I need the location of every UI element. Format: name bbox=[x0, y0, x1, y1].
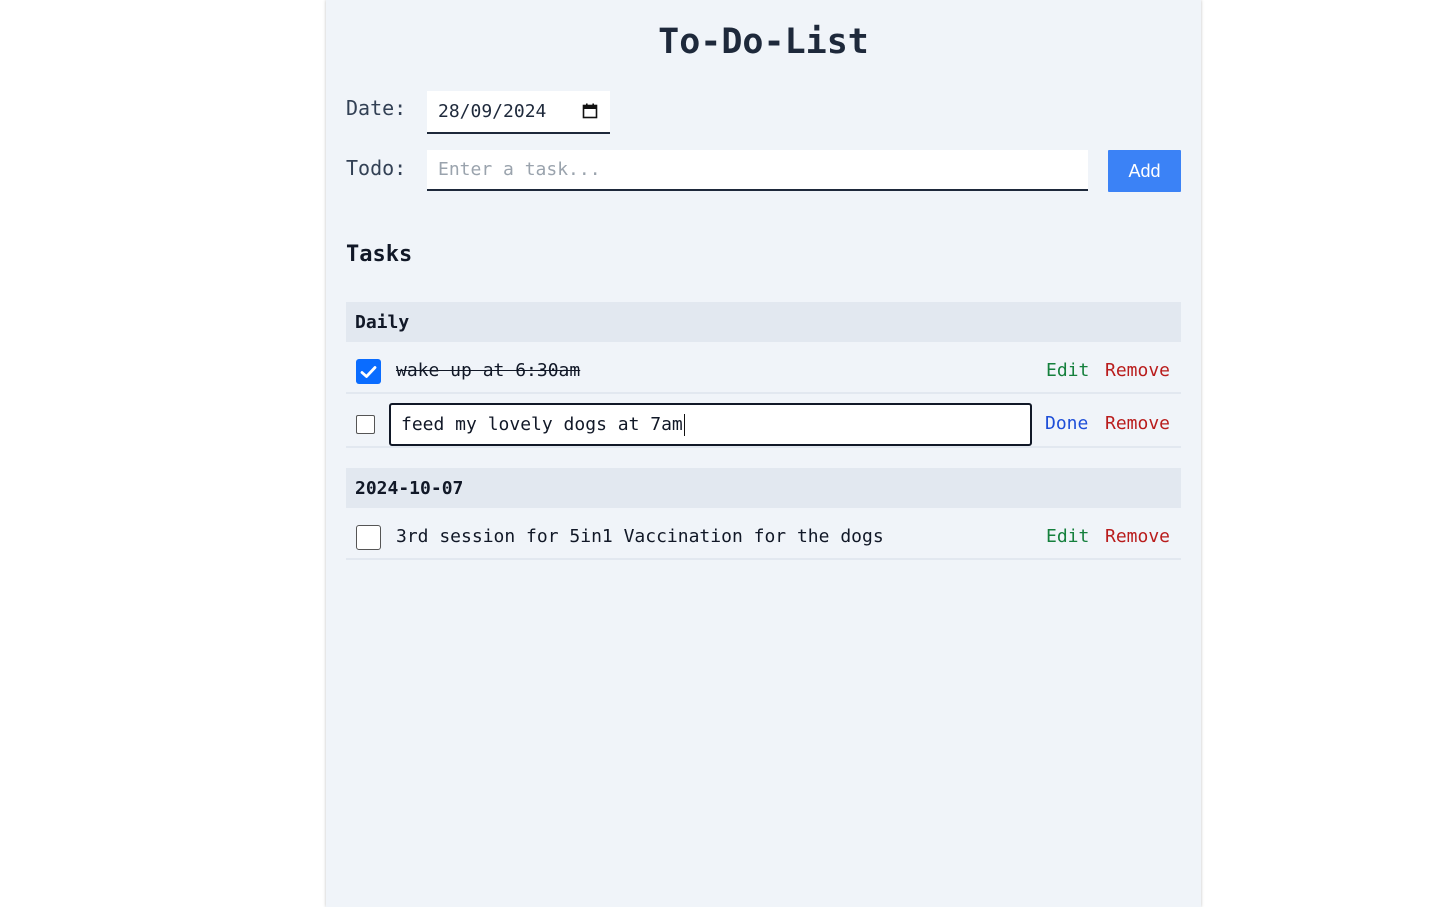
task-edit-value: feed my lovely dogs at 7am bbox=[401, 414, 683, 435]
task-text: 3rd session for 5in1 Vaccination for the… bbox=[396, 526, 884, 547]
remove-button[interactable]: Remove bbox=[1105, 413, 1170, 435]
edit-button[interactable]: Edit bbox=[1046, 360, 1089, 382]
task-checkbox[interactable] bbox=[356, 525, 381, 550]
remove-button[interactable]: Remove bbox=[1105, 360, 1170, 382]
task-checkbox[interactable] bbox=[356, 415, 375, 434]
task-text: wake up at 6:30am bbox=[396, 360, 581, 381]
date-value: 28/09/2024 bbox=[438, 101, 547, 122]
date-label: Date: bbox=[346, 96, 407, 120]
group-header-daily: Daily bbox=[346, 302, 1181, 342]
tasks-heading: Tasks bbox=[346, 242, 413, 267]
task-row: 3rd session for 5in1 Vaccination for the… bbox=[346, 508, 1181, 560]
done-button[interactable]: Done bbox=[1045, 413, 1088, 435]
group-label: Daily bbox=[355, 311, 410, 333]
remove-button[interactable]: Remove bbox=[1105, 526, 1170, 548]
todo-placeholder: Enter a task... bbox=[438, 159, 601, 180]
task-edit-input[interactable]: feed my lovely dogs at 7am bbox=[389, 403, 1032, 446]
task-row-editing: feed my lovely dogs at 7am Done Remove bbox=[346, 394, 1181, 448]
todo-label: Todo: bbox=[346, 156, 407, 180]
group-header-date: 2024-10-07 bbox=[346, 468, 1181, 508]
todo-panel: To-Do-List Date: 28/09/2024 Todo: Enter … bbox=[326, 0, 1201, 907]
calendar-icon[interactable] bbox=[582, 103, 598, 119]
text-caret bbox=[683, 413, 685, 436]
task-checkbox[interactable] bbox=[356, 359, 381, 384]
checkmark-icon bbox=[360, 365, 377, 378]
group-label: 2024-10-07 bbox=[355, 477, 464, 499]
page-title: To-Do-List bbox=[658, 22, 869, 62]
task-row: wake up at 6:30am Edit Remove bbox=[346, 342, 1181, 394]
todo-input[interactable]: Enter a task... bbox=[427, 150, 1088, 191]
add-button[interactable]: Add bbox=[1108, 150, 1181, 192]
edit-button[interactable]: Edit bbox=[1046, 526, 1089, 548]
date-input[interactable]: 28/09/2024 bbox=[427, 91, 610, 134]
